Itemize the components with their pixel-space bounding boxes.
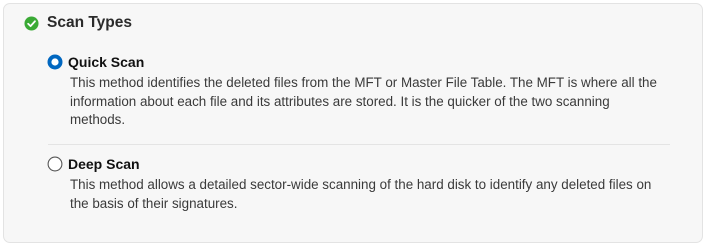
deep-scan-radio-row[interactable]: Deep Scan bbox=[47, 154, 669, 174]
scan-types-panel: Scan Types Quick Scan This method identi… bbox=[3, 3, 703, 243]
check-circle-icon bbox=[24, 15, 39, 31]
quick-scan-option: Quick Scan This method identifies the de… bbox=[47, 52, 669, 130]
section-header: Scan Types bbox=[24, 12, 132, 34]
quick-scan-label[interactable]: Quick Scan bbox=[68, 54, 144, 70]
radio-selected-icon[interactable] bbox=[47, 54, 63, 70]
deep-scan-label[interactable]: Deep Scan bbox=[68, 156, 140, 172]
radio-unselected-icon[interactable] bbox=[47, 156, 63, 172]
deep-scan-option: Deep Scan This method allows a detailed … bbox=[47, 154, 669, 213]
deep-scan-description: This method allows a detailed sector-wid… bbox=[70, 177, 652, 211]
quick-scan-description: This method identifies the deleted files… bbox=[70, 75, 657, 127]
section-title: Scan Types bbox=[47, 14, 133, 31]
option-divider bbox=[48, 144, 670, 145]
quick-scan-radio-row[interactable]: Quick Scan bbox=[47, 52, 669, 72]
